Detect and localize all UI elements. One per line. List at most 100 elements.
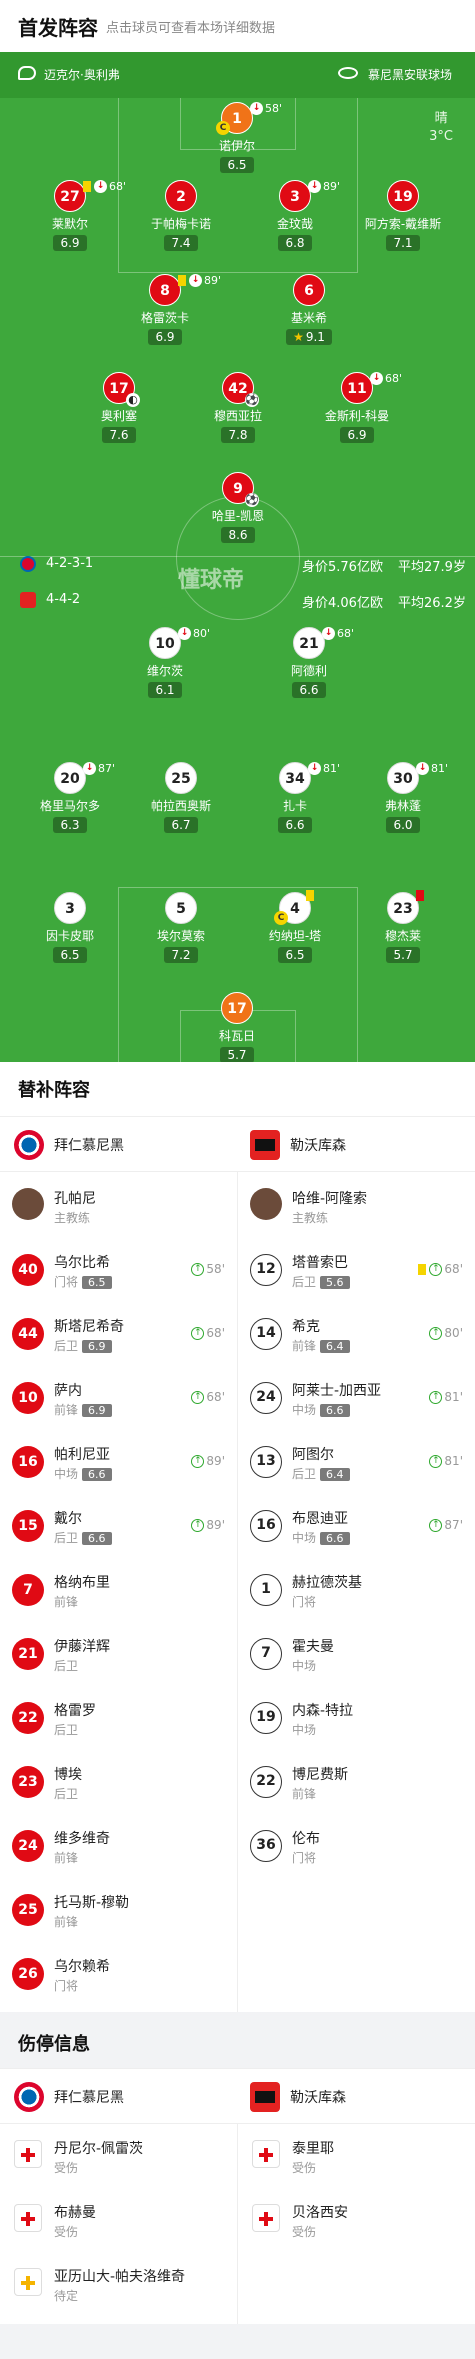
- coach-name: 孔帕尼: [54, 1191, 96, 1207]
- coach-row[interactable]: 哈维-阿隆索 主教练: [238, 1174, 475, 1238]
- player-musiala[interactable]: 42 ⚽ 穆西亚拉 7.8: [183, 372, 293, 443]
- player-position: 前锋: [54, 1851, 79, 1865]
- sub-player-row[interactable]: 26 乌尔赖希 门将: [0, 1942, 237, 2006]
- jersey-number: 40: [12, 1254, 44, 1286]
- player-coman[interactable]: 11 ↓ 68' 金斯利-科曼 6.9: [302, 372, 412, 443]
- sub-player-row[interactable]: 1 赫拉德茨基 门将: [238, 1558, 475, 1622]
- injury-status: 受伤: [54, 2225, 79, 2239]
- sub-on-icon: ↑: [429, 1262, 443, 1276]
- sub-player-row[interactable]: 22 格雷罗 后卫: [0, 1686, 237, 1750]
- sub-player-row[interactable]: 10 萨内 前锋 6.9 ↑ 68': [0, 1366, 237, 1430]
- player-name: 伊藤洋辉: [54, 1639, 110, 1655]
- player-rating: 6.4: [320, 1340, 350, 1353]
- page-title: 首发阵容: [18, 16, 98, 40]
- sub-player-row[interactable]: 40 乌尔比希 门将 6.5 ↑ 58': [0, 1238, 237, 1302]
- sub-player-row[interactable]: 14 希克 前锋 6.4 ↑ 80': [238, 1302, 475, 1366]
- medical-cross-icon: [14, 2204, 42, 2232]
- player-name: 格纳布里: [54, 1575, 110, 1591]
- player-kimmich[interactable]: 6 基米希 ★ 9.1: [254, 274, 364, 345]
- player-adli[interactable]: 21 ↓ 68' 阿德利 6.6: [254, 627, 364, 698]
- player-goretzka[interactable]: 8 ↓ 89' 格雷茨卡 6.9: [110, 274, 221, 345]
- stadium-icon: [338, 67, 358, 79]
- sub-player-row[interactable]: 13 阿图尔 后卫 6.4 ↑ 81': [238, 1430, 475, 1494]
- player-kim[interactable]: 3 ↓ 89' 金玟哉 6.8: [240, 180, 350, 251]
- assist-icon: ◐: [126, 393, 140, 407]
- player-name: 乌尔赖希: [54, 1959, 110, 1975]
- sub-off-info: ↓ 80': [178, 627, 210, 640]
- player-noyer[interactable]: 1C ↓ 58' 诺伊尔 6.5: [182, 102, 292, 173]
- card-sub-info: ↓ 89': [178, 274, 221, 287]
- sub-player-row[interactable]: 25 托马斯-穆勒 前锋: [0, 1878, 237, 1942]
- sub-player-row[interactable]: 16 布恩迪亚 中场 6.6 ↑ 87': [238, 1494, 475, 1558]
- injury-row[interactable]: 贝洛西安 受伤: [238, 2188, 475, 2252]
- player-kovar[interactable]: 17 科瓦日 5.7: [182, 992, 292, 1062]
- player-olise[interactable]: 17 ◐ 奥利塞 7.6: [64, 372, 174, 443]
- injury-divider: [237, 2124, 238, 2324]
- sub-player-row[interactable]: 44 斯塔尼希奇 后卫 6.9 ↑ 68': [0, 1302, 237, 1366]
- player-rating: 6.6: [82, 1532, 112, 1545]
- sub-off-icon: ↓: [308, 762, 321, 775]
- player-hincapie[interactable]: 3 因卡皮耶 6.5: [15, 892, 125, 963]
- subs-away-team[interactable]: 勒沃库森: [250, 1117, 346, 1173]
- sub-player-row[interactable]: 7 霍夫曼 中场: [238, 1622, 475, 1686]
- injured-player-name: 布赫曼: [54, 2205, 96, 2221]
- player-name: 阿图尔: [292, 1447, 334, 1463]
- jersey-number: 22: [12, 1702, 44, 1734]
- injury-row[interactable]: 布赫曼 受伤: [0, 2188, 237, 2252]
- sub-on-icon: ↑: [191, 1326, 205, 1340]
- player-davies[interactable]: 19 阿方索-戴维斯 7.1: [348, 180, 458, 251]
- sub-player-row[interactable]: 24 维多维奇 前锋: [0, 1814, 237, 1878]
- injury-row[interactable]: 丹尼尔-佩雷茨 受伤: [0, 2124, 237, 2188]
- player-name: 塔普索巴: [292, 1255, 348, 1271]
- player-hermoso[interactable]: 5 埃尔莫索 7.2: [126, 892, 236, 963]
- player-rating: 6.5: [82, 1276, 112, 1289]
- player-tah[interactable]: 4C 约纳坦-塔 6.5: [240, 890, 350, 963]
- sub-player-row[interactable]: 12 塔普索巴 后卫 5.6 ↑ 68': [238, 1238, 475, 1302]
- sub-player-row[interactable]: 7 格纳布里 前锋: [0, 1558, 237, 1622]
- player-name: 格雷罗: [54, 1703, 96, 1719]
- red-card-icon: [416, 890, 424, 901]
- sub-player-row[interactable]: 16 帕利尼亚 中场 6.6 ↑ 89': [0, 1430, 237, 1494]
- sub-player-row[interactable]: 24 阿莱士-加西亚 中场 6.6 ↑ 81': [238, 1366, 475, 1430]
- jersey-number: 36: [250, 1830, 282, 1862]
- player-upamecano[interactable]: 2 于帕梅卡诺 7.4: [126, 180, 236, 251]
- sub-player-row[interactable]: 15 戴尔 后卫 6.6 ↑ 89': [0, 1494, 237, 1558]
- coach-row[interactable]: 孔帕尼 主教练: [0, 1174, 237, 1238]
- player-kane[interactable]: 9 ⚽ 哈里-凯恩 8.6: [183, 472, 293, 543]
- player-frimpong[interactable]: 30 ↓ 81' 弗林蓬 6.0: [348, 762, 458, 833]
- player-grimaldo[interactable]: 20 ↓ 87' 格里马尔多 6.3: [15, 762, 125, 833]
- away-avg-age: 平均26.2岁: [398, 596, 466, 611]
- player-position: 前锋 6.9: [54, 1401, 112, 1418]
- sub-player-row[interactable]: 19 内森-特拉 中场: [238, 1686, 475, 1750]
- sub-player-row[interactable]: 36 伦布 门将: [238, 1814, 475, 1878]
- injury-away-team[interactable]: 勒沃库森: [250, 2069, 346, 2125]
- player-position: 中场 6.6: [54, 1465, 112, 1482]
- injury-row[interactable]: 亚历山大-帕夫洛维奇 待定: [0, 2252, 237, 2316]
- injury-home-team[interactable]: 拜仁慕尼黑: [14, 2069, 124, 2125]
- sub-on-time: ↑ 89': [191, 1518, 225, 1532]
- sub-player-row[interactable]: 22 博尼费斯 前锋: [238, 1750, 475, 1814]
- injury-row[interactable]: 泰里耶 受伤: [238, 2124, 475, 2188]
- medical-cross-icon: [14, 2140, 42, 2168]
- sub-off-icon: ↓: [370, 372, 383, 385]
- sub-on-time: ↑ 68': [418, 1262, 463, 1276]
- subs-home-team[interactable]: 拜仁慕尼黑: [14, 1117, 124, 1173]
- sub-player-row[interactable]: 23 博埃 后卫: [0, 1750, 237, 1814]
- sub-on-icon: ↑: [429, 1326, 443, 1340]
- bayern-logo-icon: [14, 1130, 44, 1160]
- player-xhaka[interactable]: 34 ↓ 81' 扎卡 6.6: [240, 762, 350, 833]
- home-avg-age: 平均27.9岁: [398, 560, 466, 575]
- star-icon: ★: [293, 330, 304, 344]
- pitch: 迈克尔·奥利弗 慕尼黑安联球场 晴 3°C 懂球帝 4-2-3-1 身价5.76…: [0, 52, 475, 1062]
- player-mukiele[interactable]: 23 穆杰莱 5.7: [348, 890, 458, 963]
- sub-player-row[interactable]: 21 伊藤洋辉 后卫: [0, 1622, 237, 1686]
- bayern-logo-icon: [14, 2082, 44, 2112]
- jersey-number: 14: [250, 1318, 282, 1350]
- sub-on-time: ↑ 87': [429, 1518, 463, 1532]
- player-wirtz[interactable]: 10 ↓ 80' 维尔茨 6.1: [110, 627, 220, 698]
- card-info: [416, 890, 424, 901]
- leverkusen-logo-icon: [250, 2082, 280, 2112]
- player-palacios[interactable]: 25 帕拉西奥斯 6.7: [126, 762, 236, 833]
- player-laimer[interactable]: 27 ↓ 68' 莱默尔 6.9: [15, 180, 126, 251]
- sub-on-icon: ↑: [191, 1390, 205, 1404]
